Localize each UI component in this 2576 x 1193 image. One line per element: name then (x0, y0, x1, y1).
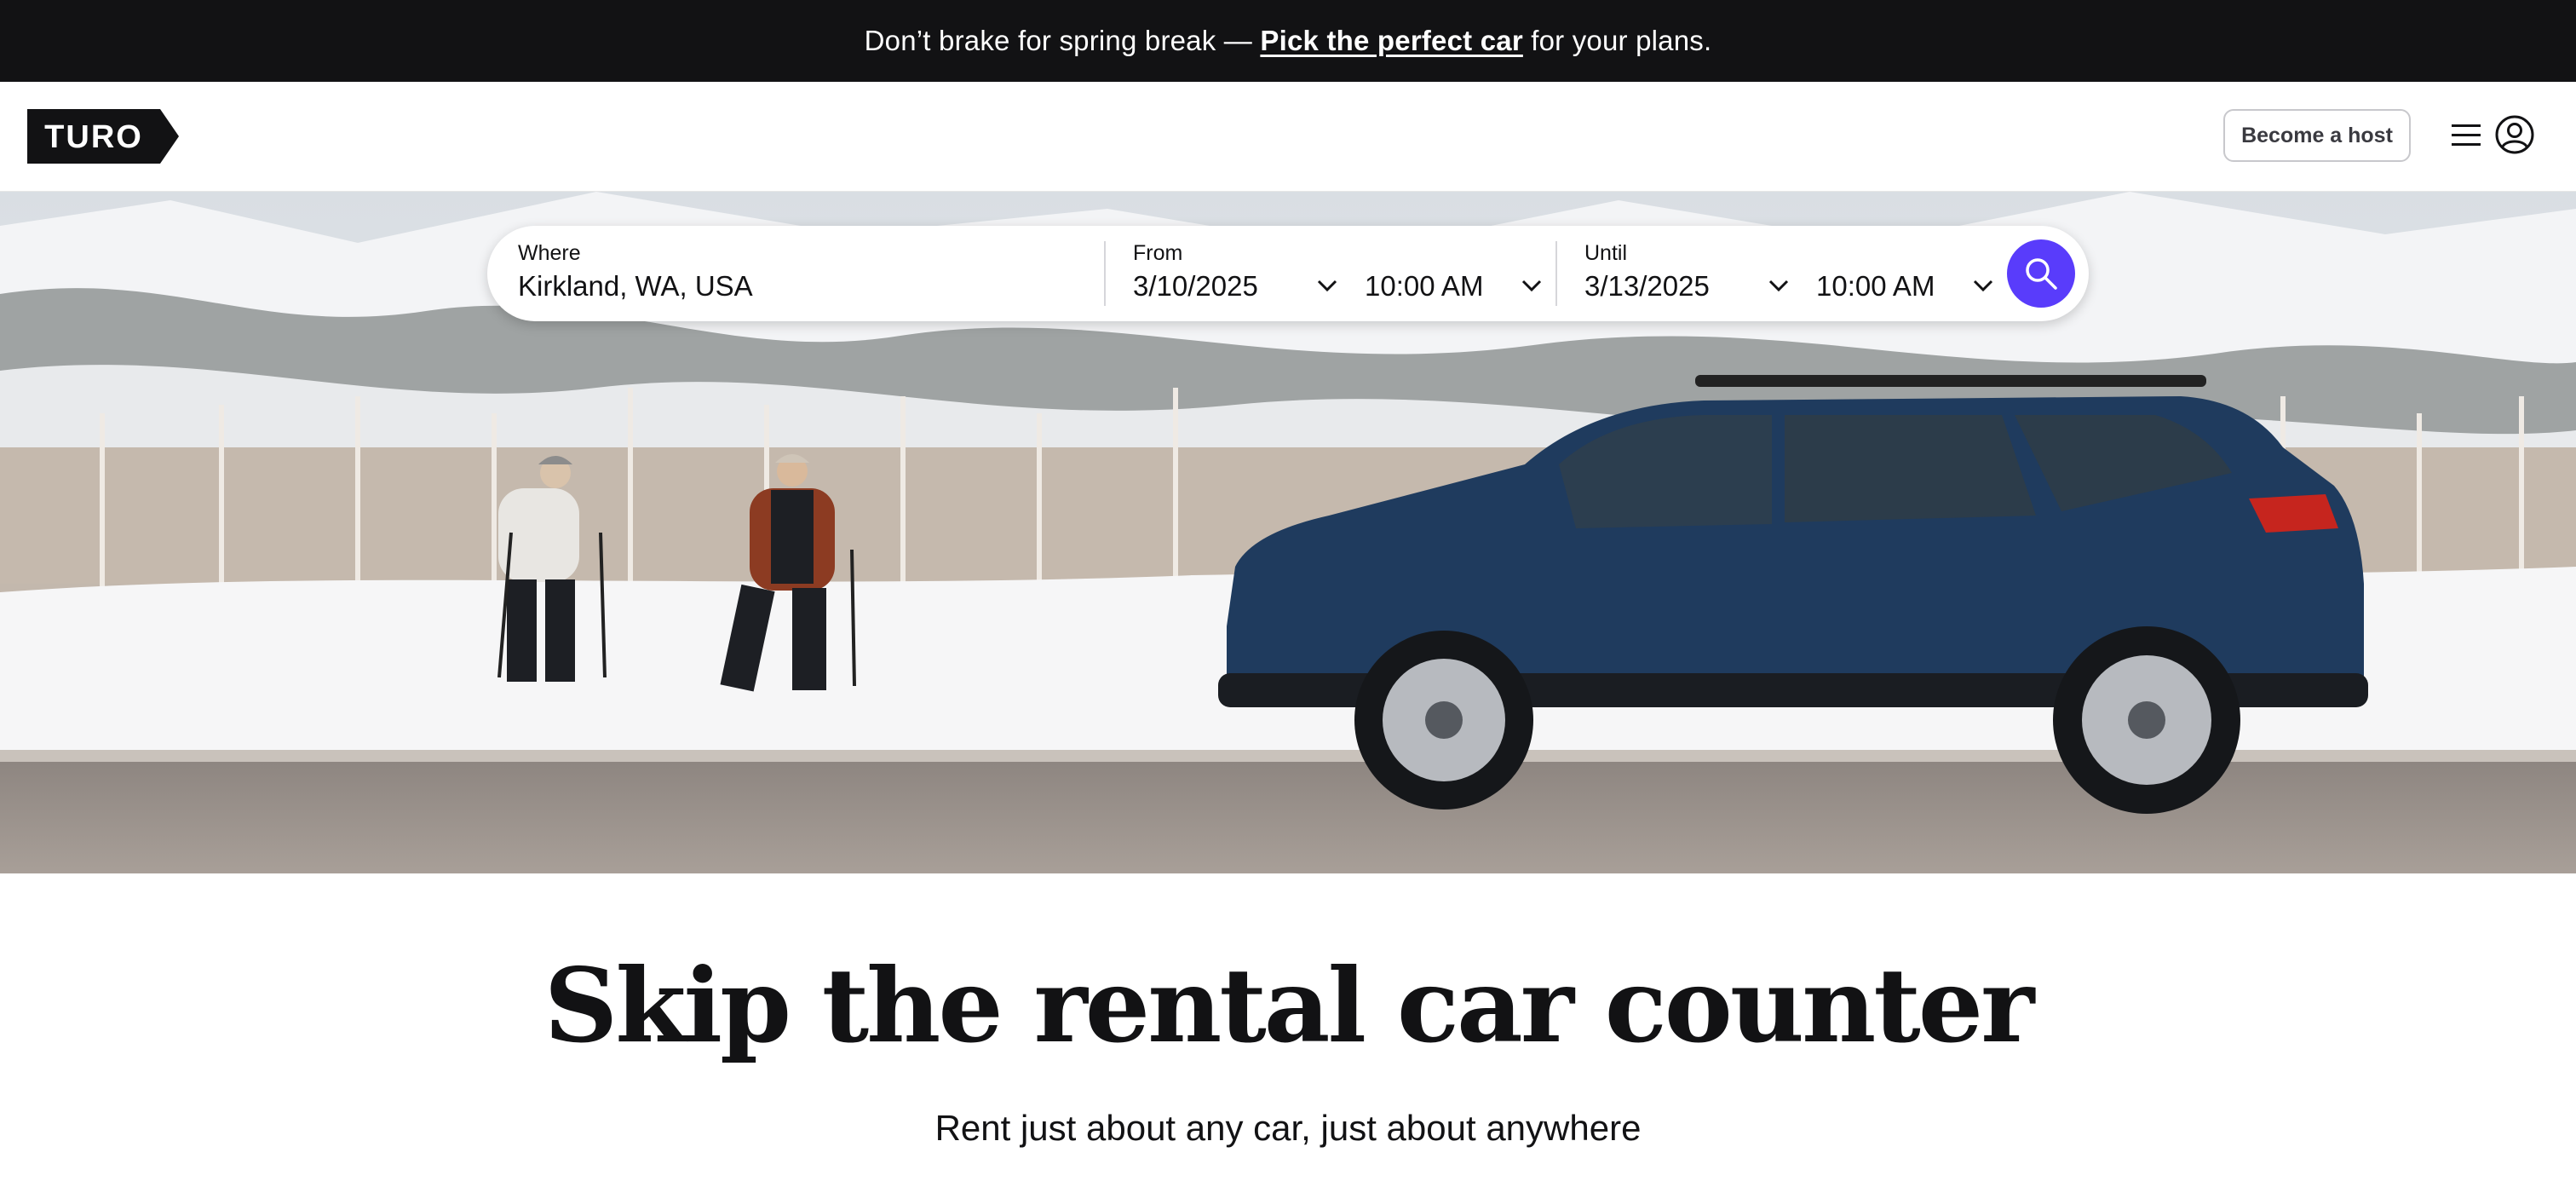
promo-link[interactable]: Pick the perfect car (1260, 25, 1522, 57)
chevron-down-icon[interactable] (1973, 279, 1993, 292)
search-button[interactable] (2007, 239, 2075, 308)
from-label: From (1133, 241, 1183, 265)
until-label: Until (1584, 241, 1628, 265)
from-time[interactable]: 10:00 AM (1365, 270, 1483, 303)
until-field[interactable]: Until 3/13/2025 10:00 AM (1584, 226, 2010, 321)
until-date[interactable]: 3/13/2025 (1584, 270, 1710, 303)
divider (1104, 241, 1106, 306)
page-subtitle: Rent just about any car, just about anyw… (934, 1108, 1642, 1148)
page-title: Skip the rental car counter (543, 946, 2035, 1066)
user-circle-icon[interactable] (2494, 114, 2535, 155)
promo-text-after: for your plans. (1522, 25, 1712, 56)
from-field[interactable]: From 3/10/2025 10:00 AM (1133, 226, 1559, 321)
become-host-button[interactable]: Become a host (2223, 109, 2411, 162)
from-date[interactable]: 3/10/2025 (1133, 270, 1258, 303)
site-header: TURO Become a host (0, 82, 2576, 192)
promo-banner: Don’t brake for spring break — Pick the … (0, 0, 2576, 82)
until-time[interactable]: 10:00 AM (1816, 270, 1935, 303)
divider (1555, 241, 1557, 306)
turo-logo[interactable]: TURO (27, 109, 179, 164)
chevron-down-icon[interactable] (1521, 279, 1542, 292)
search-icon (2026, 258, 2057, 290)
where-input[interactable]: Kirkland, WA, USA (518, 270, 753, 303)
where-field[interactable]: Where Kirkland, WA, USA (518, 226, 1097, 321)
hamburger-icon[interactable] (2452, 123, 2481, 148)
where-label: Where (518, 241, 581, 265)
chevron-down-icon[interactable] (1317, 279, 1337, 292)
search-bar: Where Kirkland, WA, USA From 3/10/2025 1… (487, 226, 2089, 321)
promo-text-before: Don’t brake for spring break — (864, 25, 1261, 56)
logo-text: TURO (44, 119, 143, 155)
chevron-down-icon[interactable] (1768, 279, 1789, 292)
